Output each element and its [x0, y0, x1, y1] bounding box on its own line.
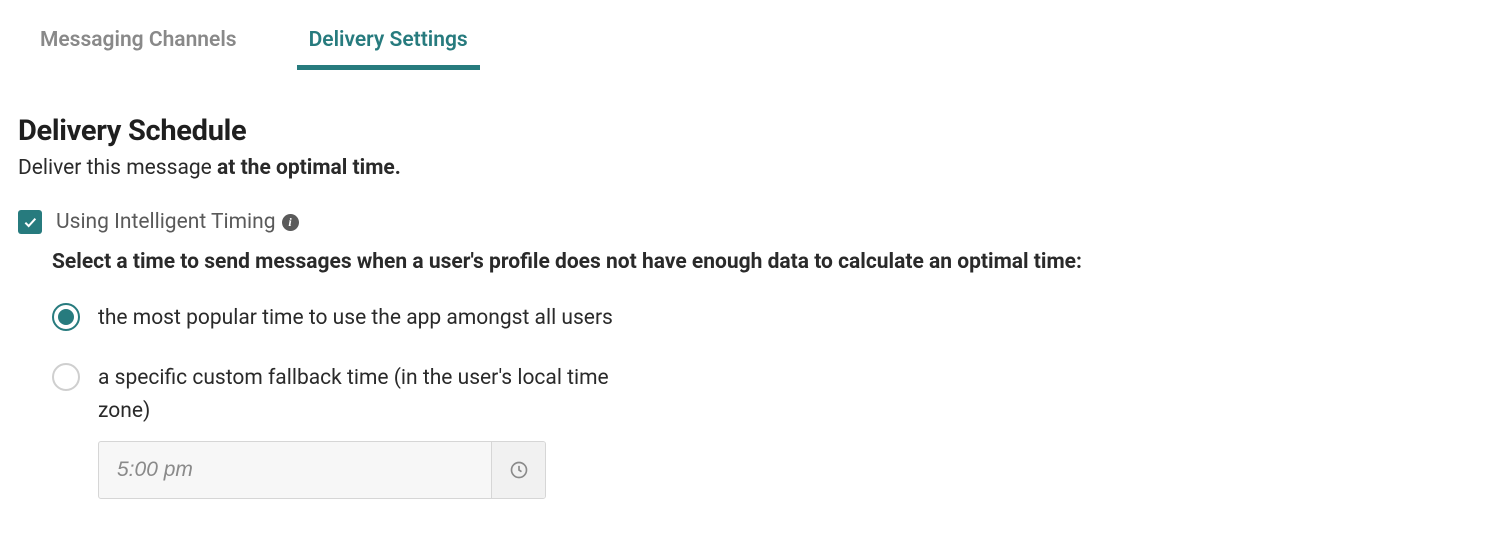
subtitle-prefix: Deliver this message — [18, 156, 217, 180]
tabs: Messaging Channels Delivery Settings — [18, 20, 1470, 70]
radio-custom-label: a specific custom fallback time (in the … — [98, 362, 658, 429]
fallback-block: Select a time to send messages when a us… — [18, 250, 1470, 499]
radio-popular-label: the most popular time to use the app amo… — [98, 302, 613, 336]
tab-messaging-channels[interactable]: Messaging Channels — [28, 20, 249, 70]
radio-custom[interactable] — [52, 363, 80, 391]
section-subtitle: Deliver this message at the optimal time… — [18, 156, 1470, 180]
time-input-wrap — [98, 441, 546, 499]
radio-row-popular: the most popular time to use the app amo… — [52, 302, 1470, 336]
fallback-prompt: Select a time to send messages when a us… — [52, 250, 1470, 274]
radio-row-custom: a specific custom fallback time (in the … — [52, 362, 1470, 429]
info-icon[interactable]: i — [282, 214, 299, 231]
intelligent-timing-checkbox[interactable] — [18, 210, 42, 234]
section-title: Delivery Schedule — [18, 114, 1470, 148]
time-picker-button[interactable] — [491, 442, 545, 498]
check-icon — [22, 214, 38, 230]
intelligent-timing-text: Using Intelligent Timing — [56, 210, 276, 234]
intelligent-timing-label: Using Intelligent Timing i — [56, 210, 299, 234]
fallback-time-input[interactable] — [99, 442, 491, 498]
subtitle-bold: at the optimal time. — [217, 156, 401, 180]
clock-icon — [509, 460, 529, 480]
intelligent-timing-row: Using Intelligent Timing i — [18, 210, 1470, 234]
tab-delivery-settings[interactable]: Delivery Settings — [297, 20, 480, 70]
radio-popular[interactable] — [52, 303, 80, 331]
